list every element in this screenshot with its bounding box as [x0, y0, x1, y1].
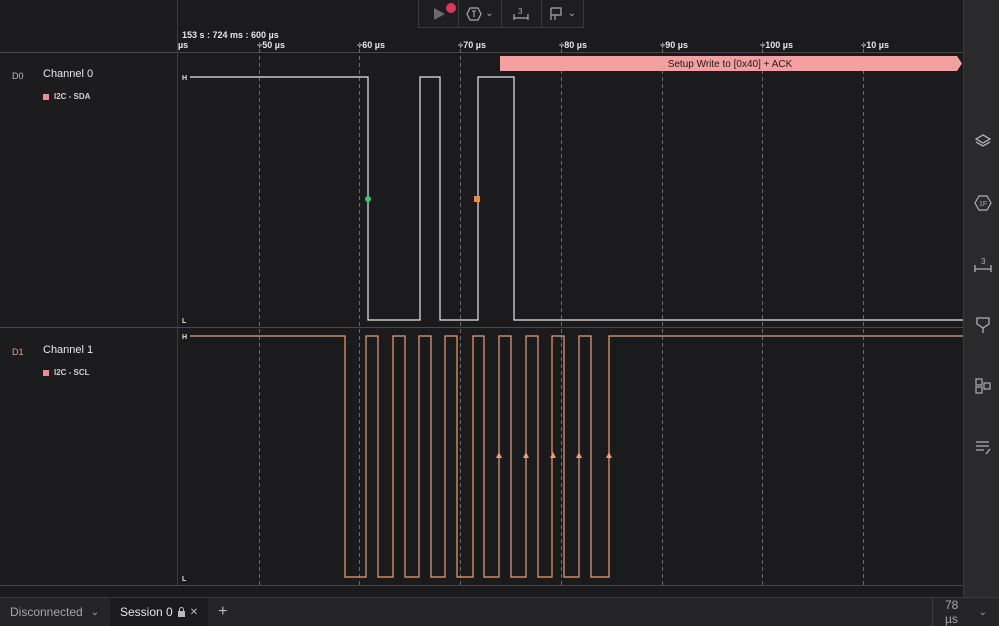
timeline-edge-label: µs	[178, 40, 188, 50]
tick-label-4: +90 µs	[660, 40, 688, 50]
timescale-selector[interactable]: 78 µs ⌄	[932, 598, 999, 626]
right-sidebar: 1F 3	[963, 0, 999, 597]
channel-id: D1	[12, 347, 24, 357]
measurement-icon[interactable]: 3	[974, 256, 992, 274]
ch1-high-label: H	[182, 334, 187, 341]
grid-lines	[259, 42, 864, 585]
tick-label-0: +50 µs	[257, 40, 285, 50]
channel-list-panel: D0 Channel 0 I2C - SDA D1 Channel 1 I2C …	[0, 0, 178, 585]
recording-indicator	[446, 3, 456, 13]
analyzer-label: I2C - SCL	[54, 368, 90, 377]
tick-label-2: +70 µs	[458, 40, 486, 50]
marker-icon[interactable]	[974, 316, 992, 334]
extensions-icon[interactable]	[974, 377, 992, 395]
chevron-down-icon: ⌄	[90, 606, 100, 618]
trigger-button[interactable]: ⌄	[459, 0, 502, 27]
analyzer-tag[interactable]: I2C - SDA	[43, 92, 90, 101]
connection-status-label: Disconnected	[10, 605, 83, 619]
layers-icon[interactable]	[974, 132, 992, 150]
ch0-high-label: H	[182, 75, 187, 82]
marker-icon	[550, 6, 562, 20]
analyzer-swatch	[43, 369, 49, 376]
status-bar: Disconnected ⌄ Session 0 ✕ + 78 µs ⌄	[0, 597, 999, 626]
measure-button[interactable]: 3	[502, 0, 542, 27]
analyzer-icon[interactable]: 1F	[974, 194, 992, 212]
timeline-ruler: 153 s : 724 ms : 600 µs µs +50 µs +60 µs…	[178, 30, 889, 50]
decode-bubble[interactable]: Setup Write to [0x40] + ACK	[500, 56, 962, 71]
play-icon	[433, 7, 445, 20]
analyzer-label: I2C - SDA	[54, 92, 91, 101]
trigger-icon	[466, 6, 482, 21]
notes-icon[interactable]	[974, 438, 992, 456]
tick-label-6: +10 µs	[861, 40, 889, 50]
start-capture-button[interactable]	[419, 0, 460, 27]
channel-row-0[interactable]: D0 Channel 0 I2C - SDA	[0, 0, 177, 327]
timescale-label: 78 µs	[945, 598, 959, 626]
tick-label-3: +80 µs	[559, 40, 587, 50]
channel-name[interactable]: Channel 0	[43, 68, 93, 80]
add-session-button[interactable]: +	[208, 598, 227, 626]
channel-name[interactable]: Channel 1	[43, 344, 93, 356]
ch1-low-label: L	[182, 576, 187, 583]
sample-arrows	[496, 452, 612, 458]
start-marker	[365, 196, 371, 202]
stop-marker	[474, 196, 480, 202]
ch0-low-label: L	[182, 318, 187, 325]
tick-label-1: +60 µs	[357, 40, 385, 50]
chevron-down-icon: ⌄	[485, 8, 494, 19]
lock-icon	[177, 607, 185, 617]
analyzer-tag[interactable]: I2C - SCL	[43, 368, 90, 377]
measure-badge: 3	[518, 7, 523, 16]
connection-status[interactable]: Disconnected ⌄	[0, 598, 110, 626]
tick-label-5: +100 µs	[760, 40, 793, 50]
sidebar-measure-badge: 3	[981, 257, 986, 266]
marker-button[interactable]: ⌄	[542, 0, 584, 27]
scl-waveform	[190, 335, 963, 578]
channel-id: D0	[12, 71, 24, 81]
close-icon[interactable]: ✕	[190, 607, 198, 618]
chevron-down-icon: ⌄	[978, 606, 987, 618]
add-session-label: +	[218, 603, 228, 620]
measure-icon: 3	[513, 7, 529, 20]
decode-text: Setup Write to [0x40] + ACK	[668, 59, 793, 70]
svg-text:1F: 1F	[979, 201, 987, 208]
chevron-down-icon: ⌄	[567, 8, 577, 19]
capture-toolbar: ⌄ 3 ⌄	[418, 0, 584, 28]
sda-waveform	[190, 76, 963, 321]
timeline-origin-label: 153 s : 724 ms : 600 µs	[182, 30, 279, 40]
session-tab[interactable]: Session 0 ✕	[110, 598, 209, 626]
channel-row-1[interactable]: D1 Channel 1 I2C - SCL	[0, 328, 177, 585]
bottom-separator	[0, 585, 963, 586]
waveform-view[interactable]: 153 s : 724 ms : 600 µs µs +50 µs +60 µs…	[177, 0, 963, 585]
analyzer-swatch	[43, 93, 49, 100]
session-tab-label: Session 0	[120, 605, 173, 619]
